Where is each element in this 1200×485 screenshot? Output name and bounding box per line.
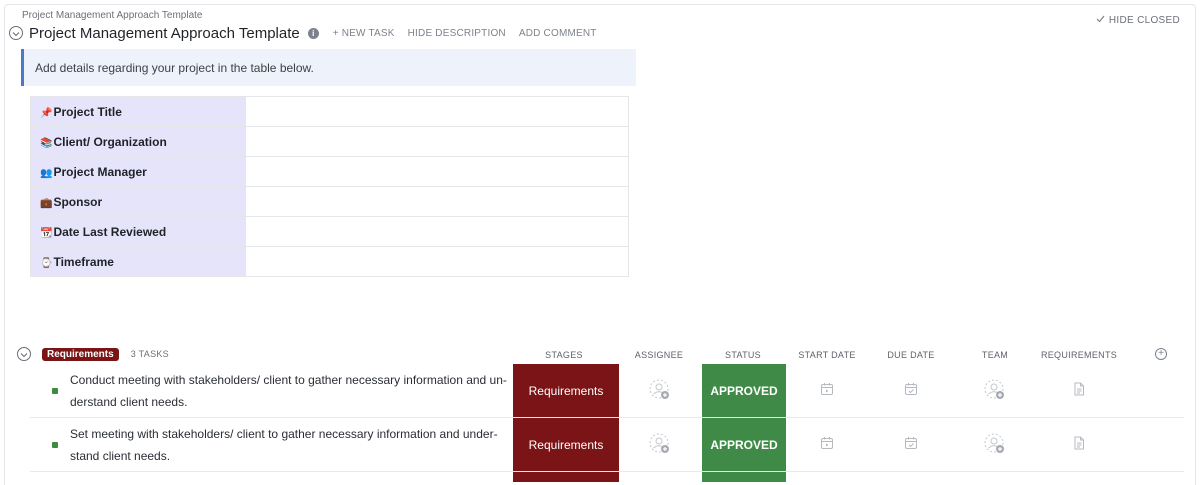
detail-value-cell[interactable]: [245, 126, 629, 157]
stage-cell[interactable]: Requirements: [513, 364, 619, 417]
detail-label-cell: 📆Date Last Reviewed: [30, 216, 246, 247]
chevron-down-icon: [12, 24, 20, 42]
description-text: Add details regarding your project in th…: [35, 60, 314, 75]
table-row: 📌Project Title: [30, 96, 629, 127]
pushpin-icon: 📌: [40, 107, 53, 119]
calendar-icon: 📆: [40, 227, 53, 239]
project-details-table: 📌Project Title 📚Client/ Organization 👥Pr…: [30, 96, 629, 277]
page-title: Project Management Approach Template: [29, 24, 300, 42]
due-date-calendar-icon[interactable]: [904, 436, 926, 458]
detail-value-cell[interactable]: [245, 156, 629, 187]
group-header: Requirements 3 TASKS: [17, 346, 169, 362]
task-status-dot[interactable]: [52, 442, 58, 448]
task-name[interactable]: Set meeting with stakeholders/ client to…: [70, 423, 510, 467]
start-date-calendar-icon[interactable]: [820, 436, 842, 458]
watch-icon: ⌚: [40, 257, 53, 269]
collapse-toggle[interactable]: [9, 26, 23, 40]
check-icon: [1096, 15, 1105, 26]
new-task-button[interactable]: + NEW TASK: [333, 28, 395, 39]
column-header-requirements[interactable]: REQUIREMENTS: [1041, 350, 1117, 360]
task-name[interactable]: Conduct meeting with stakeholders/ clien…: [70, 369, 510, 413]
hide-closed-label: HIDE CLOSED: [1108, 15, 1180, 26]
team-add-icon[interactable]: [984, 379, 1006, 401]
column-header-status[interactable]: STATUS: [725, 350, 761, 360]
detail-label-cell: ⌚Timeframe: [30, 246, 246, 277]
briefcase-icon: 💼: [40, 197, 53, 209]
books-icon: 📚: [40, 137, 53, 149]
people-icon: 👥: [40, 167, 53, 179]
detail-label: Date Last Reviewed: [53, 224, 167, 239]
detail-value-cell[interactable]: [245, 186, 629, 217]
table-row: 📆Date Last Reviewed: [30, 216, 629, 247]
table-row: ⌚Timeframe: [30, 246, 629, 277]
detail-label-cell: 📌Project Title: [30, 96, 246, 127]
column-header-team[interactable]: TEAM: [982, 350, 1008, 360]
hide-description-button[interactable]: HIDE DESCRIPTION: [408, 28, 506, 39]
table-row[interactable]: Conduct meeting with stakeholders/ clien…: [30, 364, 1184, 418]
add-column-button[interactable]: +: [1155, 348, 1167, 360]
detail-label-cell: 📚Client/ Organization: [30, 126, 246, 157]
table-row[interactable]: Set meeting with stakeholders/ client to…: [30, 418, 1184, 472]
chevron-down-icon: [20, 345, 28, 363]
group-collapse-toggle[interactable]: [17, 347, 31, 361]
status-cell[interactable]: APPROVED: [702, 364, 786, 417]
add-comment-button[interactable]: ADD COMMENT: [519, 28, 597, 39]
column-header-due-date[interactable]: DUE DATE: [887, 350, 934, 360]
detail-label-cell: 👥Project Manager: [30, 156, 246, 187]
task-count: 3 TASKS: [130, 349, 169, 359]
assignee-add-icon[interactable]: [649, 433, 671, 455]
detail-value-cell[interactable]: [245, 216, 629, 247]
table-row: 📚Client/ Organization: [30, 126, 629, 157]
description-box: Add details regarding your project in th…: [21, 49, 636, 86]
detail-label: Client/ Organization: [53, 134, 167, 149]
assignee-add-icon[interactable]: [649, 379, 671, 401]
requirements-doc-icon[interactable]: [1072, 436, 1094, 458]
table-row: 👥Project Manager: [30, 156, 629, 187]
detail-label: Timeframe: [53, 254, 114, 269]
column-header-assignee[interactable]: ASSIGNEE: [635, 350, 683, 360]
breadcrumb[interactable]: Project Management Approach Template: [22, 10, 202, 21]
due-date-calendar-icon[interactable]: [904, 382, 926, 404]
detail-label: Sponsor: [53, 194, 103, 209]
column-header-start-date[interactable]: START DATE: [798, 350, 855, 360]
hide-closed-button[interactable]: HIDE CLOSED: [1096, 15, 1180, 26]
detail-label: Project Title: [53, 104, 122, 119]
table-row: 💼Sponsor: [30, 186, 629, 217]
title-row: Project Management Approach Template i +…: [9, 24, 610, 42]
requirements-doc-icon[interactable]: [1072, 382, 1094, 404]
detail-value-cell[interactable]: [245, 96, 629, 127]
detail-label-cell: 💼Sponsor: [30, 186, 246, 217]
task-status-dot[interactable]: [52, 388, 58, 394]
column-header-stages[interactable]: STAGES: [545, 350, 583, 360]
group-status-badge[interactable]: Requirements: [42, 347, 119, 361]
start-date-calendar-icon[interactable]: [820, 382, 842, 404]
stage-cell[interactable]: Requirements: [513, 418, 619, 471]
team-add-icon[interactable]: [984, 433, 1006, 455]
status-cell[interactable]: APPROVED: [702, 418, 786, 471]
detail-value-cell[interactable]: [245, 246, 629, 277]
info-icon[interactable]: i: [307, 27, 319, 39]
detail-label: Project Manager: [53, 164, 147, 179]
